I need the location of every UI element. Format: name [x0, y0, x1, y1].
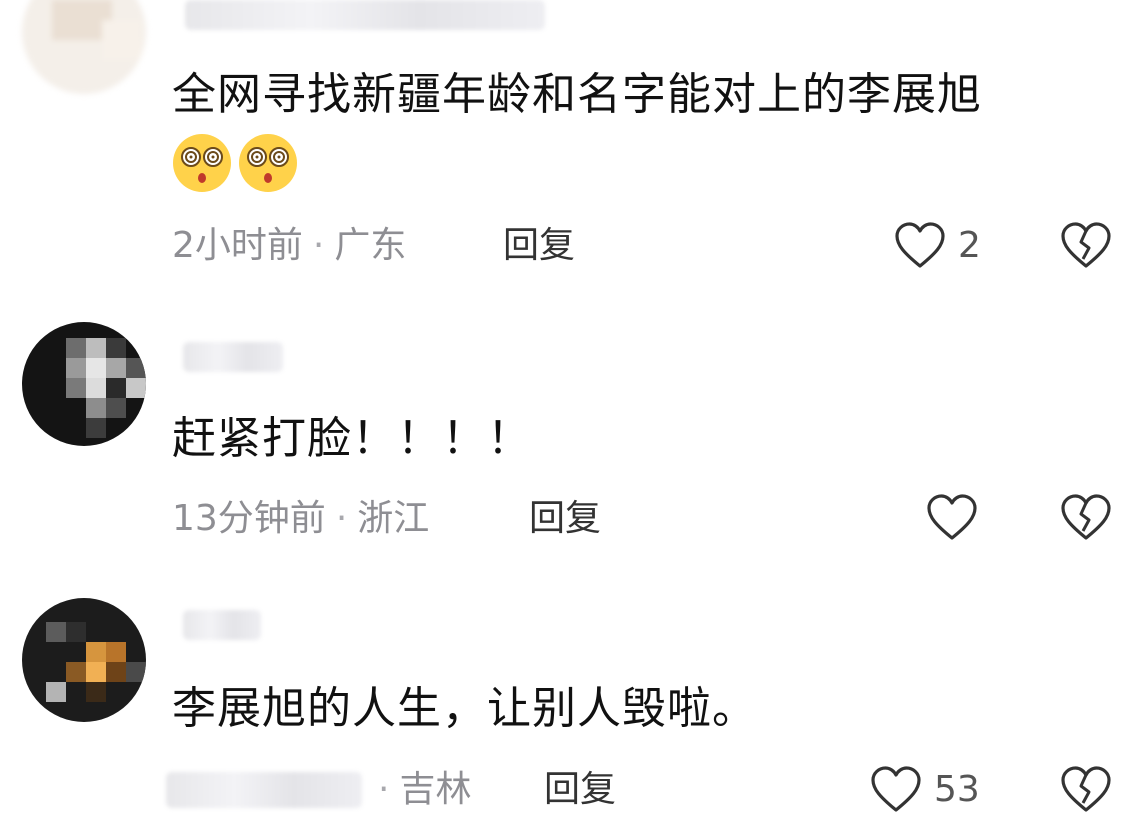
reply-button[interactable]: 回复 [544, 768, 616, 812]
broken-heart-icon [1061, 494, 1111, 540]
comment-text: 李展旭的人生，让别人毁啦。 [172, 683, 757, 734]
comment-meta: · 吉林 [368, 768, 471, 812]
dislike-button[interactable] [1060, 765, 1112, 815]
reply-button[interactable]: 回复 [503, 224, 575, 268]
username-blurred[interactable] [183, 342, 283, 372]
like-count: 53 [934, 769, 980, 810]
comment-meta: 2小时前 · 广东 [172, 224, 406, 268]
avatar[interactable] [22, 0, 146, 94]
like-button[interactable]: 53 [870, 765, 990, 815]
avatar[interactable] [22, 322, 146, 446]
comment-time: 2小时前 [172, 225, 303, 266]
comment-text: 赶紧打脸！！！！ [172, 413, 532, 464]
comment-location: 广东 [334, 225, 407, 266]
meta-separator: · [312, 225, 325, 266]
dislike-button[interactable] [1060, 221, 1112, 271]
like-button[interactable]: 2 [894, 221, 994, 271]
meta-separator: · [335, 498, 348, 539]
avatar[interactable] [22, 598, 146, 722]
comment-3: 李展旭的人生，让别人毁啦。 · 吉林 回复 53 [0, 580, 1130, 838]
emoji-row [172, 133, 302, 193]
meta-separator: · [378, 769, 390, 810]
dislike-button[interactable] [1060, 493, 1112, 543]
like-count: 2 [958, 225, 981, 266]
username-blurred[interactable] [183, 610, 261, 640]
username-blurred[interactable] [185, 0, 545, 30]
comment-location: 吉林 [399, 769, 472, 810]
broken-heart-icon [1061, 222, 1111, 268]
meta-blurred [166, 772, 362, 808]
comment-text: 全网寻找新疆年龄和名字能对上的李展旭 [172, 69, 982, 120]
heart-outline-icon [927, 494, 977, 540]
dizzy-face-emoji-icon [173, 134, 231, 192]
reply-button[interactable]: 回复 [529, 497, 601, 541]
heart-outline-icon [871, 766, 921, 812]
comment-location: 浙江 [357, 498, 430, 539]
dizzy-face-emoji-icon [239, 134, 297, 192]
comment-1: 全网寻找新疆年龄和名字能对上的李展旭 2小时前 · 广东 回复 2 [0, 0, 1130, 290]
heart-outline-icon [895, 222, 945, 268]
broken-heart-icon [1061, 766, 1111, 812]
comment-time: 13分钟前 [172, 498, 326, 539]
like-button[interactable] [926, 493, 986, 543]
comment-2: 赶紧打脸！！！！ 13分钟前 · 浙江 回复 [0, 300, 1130, 570]
comment-meta: 13分钟前 · 浙江 [172, 497, 429, 541]
